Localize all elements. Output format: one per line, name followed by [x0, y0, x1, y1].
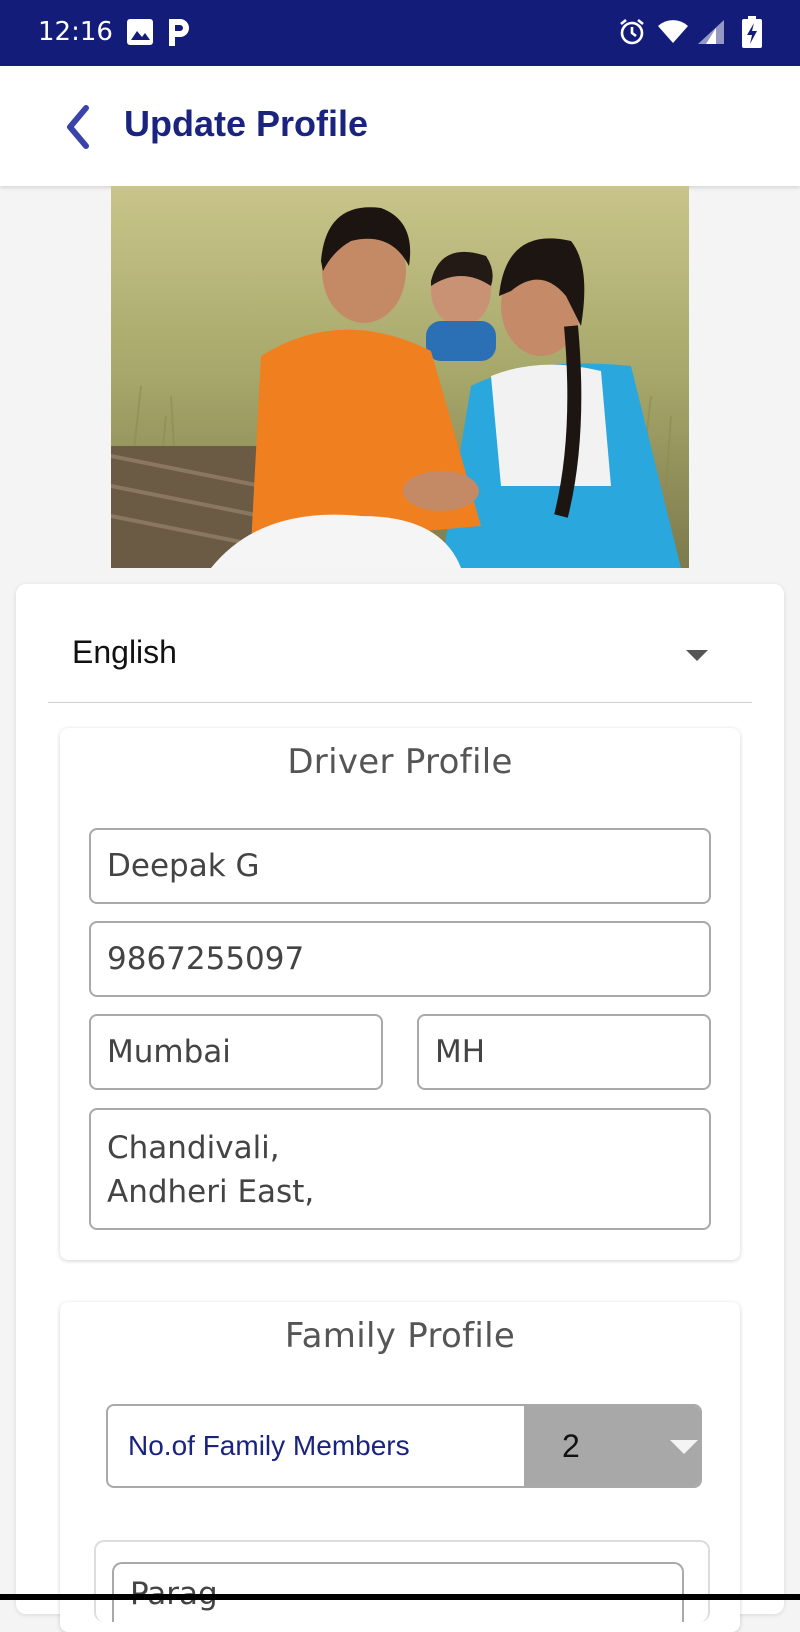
app-bar: Update Profile [0, 66, 800, 186]
navigation-bar [0, 1594, 800, 1600]
family-members-value: 2 [562, 1428, 580, 1464]
status-time: 12:16 [38, 17, 113, 47]
driver-profile-title: Driver Profile [287, 742, 513, 782]
address-line-2: Andheri East, [107, 1174, 315, 1210]
alarm-icon [618, 18, 646, 51]
state-field[interactable]: MH [417, 1014, 711, 1090]
language-value: English [72, 634, 177, 670]
back-button[interactable] [58, 102, 98, 152]
cell-signal-icon [696, 18, 726, 51]
address-line-1: Chandivali, [107, 1130, 280, 1166]
state-value: MH [435, 1034, 486, 1070]
dropdown-arrow-icon [670, 1440, 698, 1454]
family-members-label: No.of Family Members [128, 1430, 410, 1461]
member-name-field[interactable]: Parag [112, 1562, 684, 1622]
status-bar: 12:16 [0, 0, 800, 66]
wifi-icon [658, 20, 688, 49]
page-title: Update Profile [124, 103, 369, 144]
family-members-selector: No.of Family Members 2 [106, 1404, 702, 1488]
city-field[interactable]: Mumbai [89, 1014, 383, 1090]
family-member-card: Parag [94, 1540, 710, 1622]
dropdown-arrow-icon [686, 650, 708, 661]
phone-field[interactable]: 9867255097 [89, 921, 711, 997]
family-photo [111, 186, 689, 568]
chevron-left-icon [67, 105, 89, 149]
battery-charging-icon [742, 16, 762, 53]
phone-value: 9867255097 [107, 941, 305, 977]
family-members-dropdown[interactable]: 2 [524, 1406, 700, 1486]
name-field[interactable]: Deepak G [89, 828, 711, 904]
gallery-icon [126, 18, 154, 51]
city-value: Mumbai [107, 1034, 231, 1070]
family-profile-title: Family Profile [284, 1316, 516, 1356]
address-field[interactable]: Chandivali, Andheri East, [89, 1108, 711, 1230]
parking-app-icon [166, 16, 192, 53]
name-value: Deepak G [107, 848, 260, 884]
language-dropdown[interactable]: English [48, 616, 752, 703]
